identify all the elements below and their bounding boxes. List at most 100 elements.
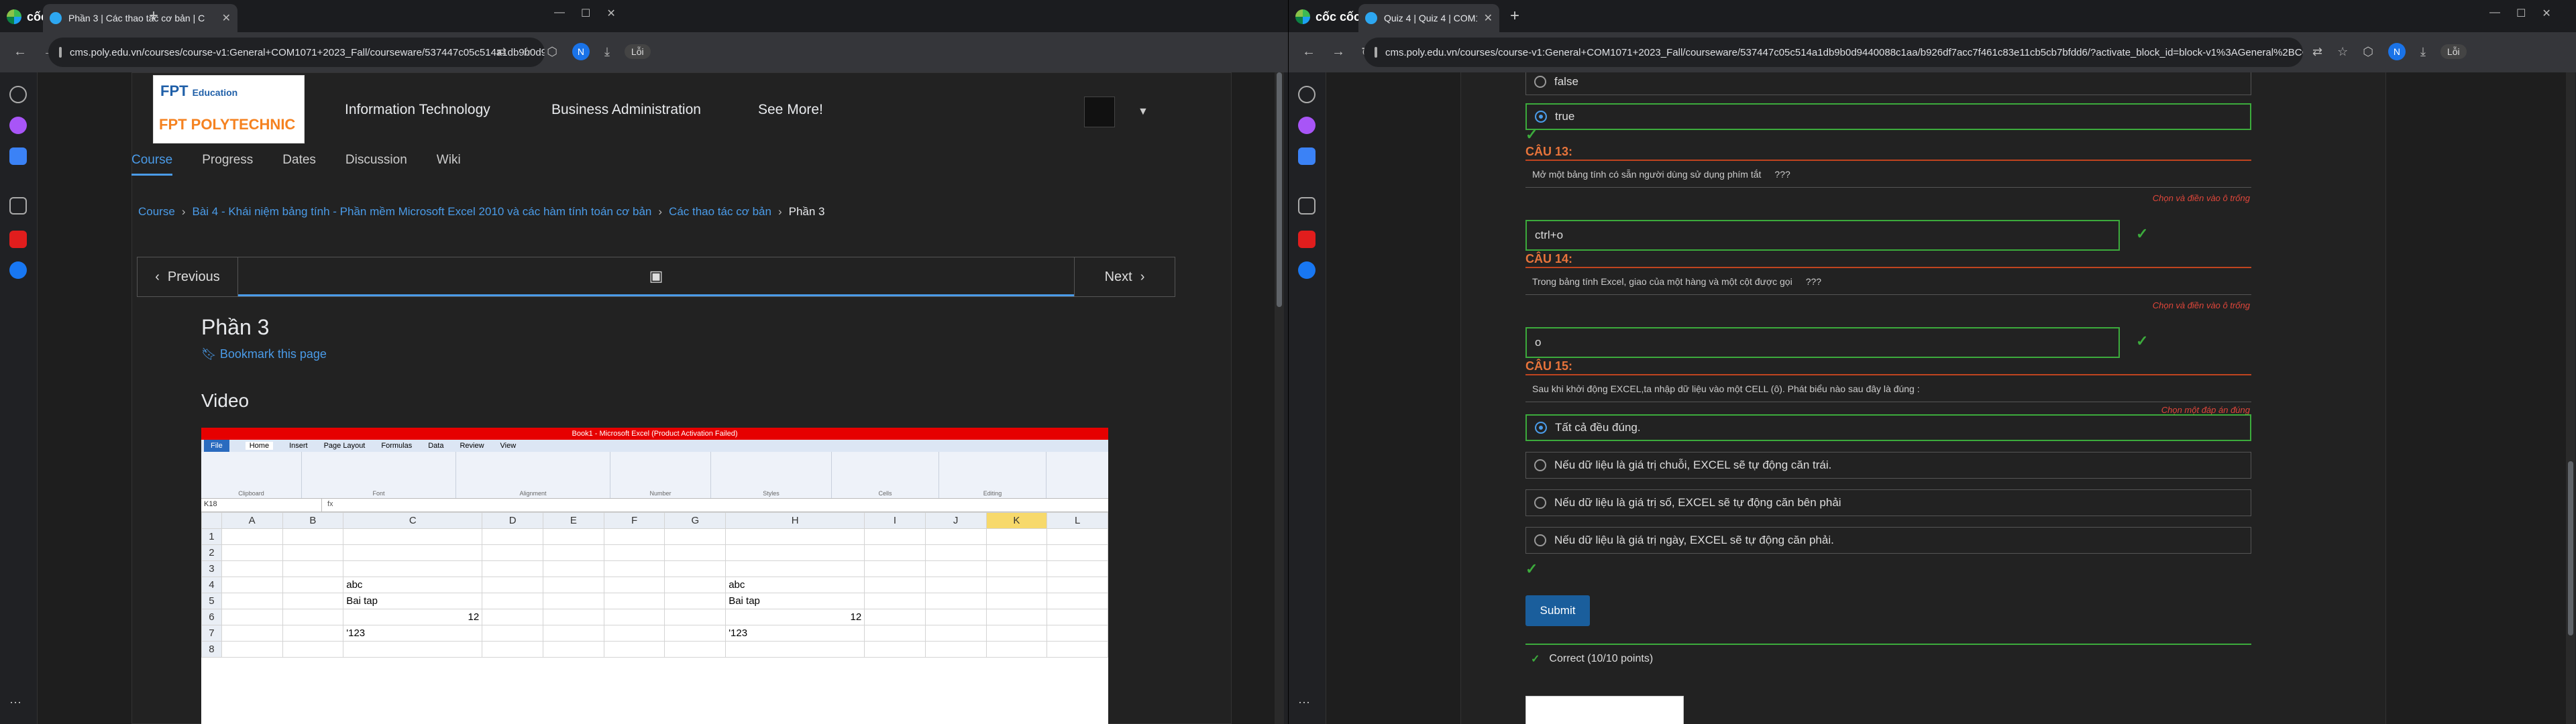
video-player[interactable]: Book1 - Microsoft Excel (Product Activat… — [201, 428, 1108, 724]
table-row: 4 abc abc — [201, 577, 1108, 593]
new-tab-button[interactable]: + — [149, 7, 158, 25]
quiz-page: false true ✓ CÂU 13: Mở một bảng tính có… — [1326, 72, 2567, 724]
facebook-icon[interactable] — [1298, 261, 1316, 279]
forward-icon[interactable]: → — [1332, 44, 1345, 61]
crumb-course[interactable]: Course — [138, 205, 175, 218]
close-window-icon[interactable]: ✕ — [2542, 7, 2551, 20]
radio[interactable] — [1534, 76, 1546, 88]
history-icon[interactable] — [1298, 86, 1316, 103]
q12-option-false[interactable]: false — [1525, 72, 2251, 95]
tab-active[interactable]: Quiz 4 | Quiz 4 | COM1071 Cours ✕ — [1358, 4, 1499, 32]
youtube-icon[interactable] — [1298, 231, 1316, 248]
url-bar[interactable]: cms.poly.edu.vn/courses/course-v1:Genera… — [48, 38, 545, 67]
translate-icon[interactable]: ⇄ — [496, 45, 506, 59]
right-scrollbar[interactable] — [2566, 72, 2575, 724]
q14-answer-input[interactable]: o — [1525, 327, 2120, 358]
new-tab-button[interactable]: + — [1510, 7, 1519, 25]
tab-course[interactable]: Course — [131, 152, 173, 176]
q13-answer-input[interactable]: ctrl+o — [1525, 220, 2120, 251]
crumb-section[interactable]: Các thao tác cơ bản — [669, 205, 771, 218]
youtube-icon[interactable] — [9, 231, 27, 248]
previous-label: Previous — [167, 269, 220, 284]
crumb-lesson[interactable]: Bài 4 - Khái niệm bảng tính - Phần mềm M… — [192, 205, 651, 218]
messenger-icon[interactable] — [9, 117, 27, 134]
download-icon[interactable]: ⤓ — [2420, 45, 2426, 59]
fpt-logo[interactable]: FPT Education FPT POLYTECHNIC — [153, 75, 305, 143]
radio[interactable] — [1534, 497, 1546, 509]
chevron-down-icon[interactable]: ▼ — [1138, 106, 1148, 118]
zalo-icon[interactable] — [1298, 147, 1316, 165]
tab-dates[interactable]: Dates — [282, 152, 316, 176]
status-pill[interactable]: Lỗi — [624, 44, 651, 59]
excel-title: Book1 - Microsoft Excel (Product Activat… — [201, 428, 1108, 440]
q15-label: CÂU 15: — [1525, 359, 1573, 373]
menu-see-more[interactable]: See More! — [758, 102, 823, 118]
problem-image — [1525, 696, 1684, 724]
add-panel-icon[interactable] — [1298, 197, 1316, 215]
radio-selected[interactable] — [1535, 422, 1547, 434]
scroll-thumb[interactable] — [1277, 72, 1282, 307]
maximize-icon[interactable]: ☐ — [2516, 7, 2526, 20]
status-pill[interactable]: Lỗi — [2440, 44, 2467, 59]
excel-tab-page-layout: Page Layout — [323, 442, 366, 450]
q12-option-true[interactable]: true — [1525, 103, 2251, 130]
correct-check-icon: ✓ — [2136, 225, 2149, 242]
q15-option-1[interactable]: Tất cả đều đúng. — [1525, 414, 2251, 441]
url-bar[interactable]: cms.poly.edu.vn/courses/course-v1:Genera… — [1364, 38, 2303, 67]
messenger-icon[interactable] — [1298, 117, 1316, 134]
column-header-row: A B C D E F G H I J K L — [201, 512, 1108, 529]
table-row: 6 12 12 — [201, 609, 1108, 625]
profile-avatar[interactable]: N — [572, 43, 590, 60]
more-icon[interactable]: ⋯ — [1298, 696, 1316, 713]
browser-sidebar: ⋯ — [0, 72, 38, 724]
add-panel-icon[interactable] — [9, 197, 27, 215]
q15-option-3[interactable]: Nếu dữ liệu là giá trị số, EXCEL sẽ tự đ… — [1525, 489, 2251, 516]
tab-discussion[interactable]: Discussion — [345, 152, 407, 176]
bookmark-link[interactable]: 🔖︎ Bookmark this page — [201, 347, 327, 361]
scroll-thumb[interactable] — [2568, 461, 2573, 636]
extension-icon[interactable]: ⬡ — [547, 45, 557, 59]
q15-option-2[interactable]: Nếu dữ liệu là giá trị chuỗi, EXCEL sẽ t… — [1525, 452, 2251, 479]
profile-avatar[interactable]: N — [2387, 43, 2406, 60]
left-scrollbar[interactable] — [1275, 72, 1284, 724]
q15-option-4[interactable]: Nếu dữ liệu là giá trị ngày, EXCEL sẽ tự… — [1525, 527, 2251, 554]
radio[interactable] — [1534, 459, 1546, 471]
tab-active[interactable]: Phần 3 | Các thao tác cơ bản | C ✕ — [43, 4, 237, 32]
download-icon[interactable]: ⤓ — [604, 45, 610, 59]
more-icon[interactable]: ⋯ — [9, 696, 27, 713]
menu-business[interactable]: Business Administration — [551, 102, 701, 118]
excel-tab-insert: Insert — [289, 442, 308, 450]
close-tab-icon[interactable]: ✕ — [1484, 11, 1493, 25]
submit-button[interactable]: Submit — [1525, 595, 1590, 626]
translate-icon[interactable]: ⇄ — [2312, 45, 2322, 59]
col-header: F — [603, 512, 665, 529]
extension-icon[interactable]: ⬡ — [2363, 45, 2373, 59]
menu-it[interactable]: Information Technology — [345, 102, 490, 118]
table-row: 1 — [201, 528, 1108, 545]
close-window-icon[interactable]: ✕ — [606, 7, 615, 20]
star-icon[interactable]: ☆ — [2337, 45, 2348, 59]
close-tab-icon[interactable]: ✕ — [222, 11, 231, 25]
back-icon[interactable]: ← — [1302, 44, 1316, 61]
browser-brand[interactable]: cốc cốc — [1295, 9, 1360, 24]
tab-wiki[interactable]: Wiki — [437, 152, 461, 176]
maximize-icon[interactable]: ☐ — [581, 7, 590, 20]
next-button[interactable]: Next › — [1074, 257, 1175, 296]
radio-selected[interactable] — [1535, 111, 1547, 123]
result-status: ✓ Correct (10/10 points) — [1525, 644, 2251, 673]
site-favicon-icon — [50, 12, 62, 24]
back-icon[interactable]: ← — [13, 44, 27, 61]
star-icon[interactable]: ☆ — [521, 45, 532, 59]
minimize-icon[interactable]: — — [554, 7, 565, 20]
previous-button[interactable]: ‹ Previous — [138, 257, 238, 296]
user-avatar[interactable] — [1084, 97, 1115, 127]
chevron-right-icon: › — [777, 205, 782, 218]
unit-video-tab[interactable]: ▣ — [238, 257, 1074, 296]
facebook-icon[interactable] — [9, 261, 27, 279]
q13-answer: ctrl+o — [1535, 229, 1564, 241]
radio[interactable] — [1534, 534, 1546, 546]
minimize-icon[interactable]: — — [2489, 7, 2500, 20]
history-icon[interactable] — [9, 86, 27, 103]
tab-progress[interactable]: Progress — [202, 152, 253, 176]
zalo-icon[interactable] — [9, 147, 27, 165]
